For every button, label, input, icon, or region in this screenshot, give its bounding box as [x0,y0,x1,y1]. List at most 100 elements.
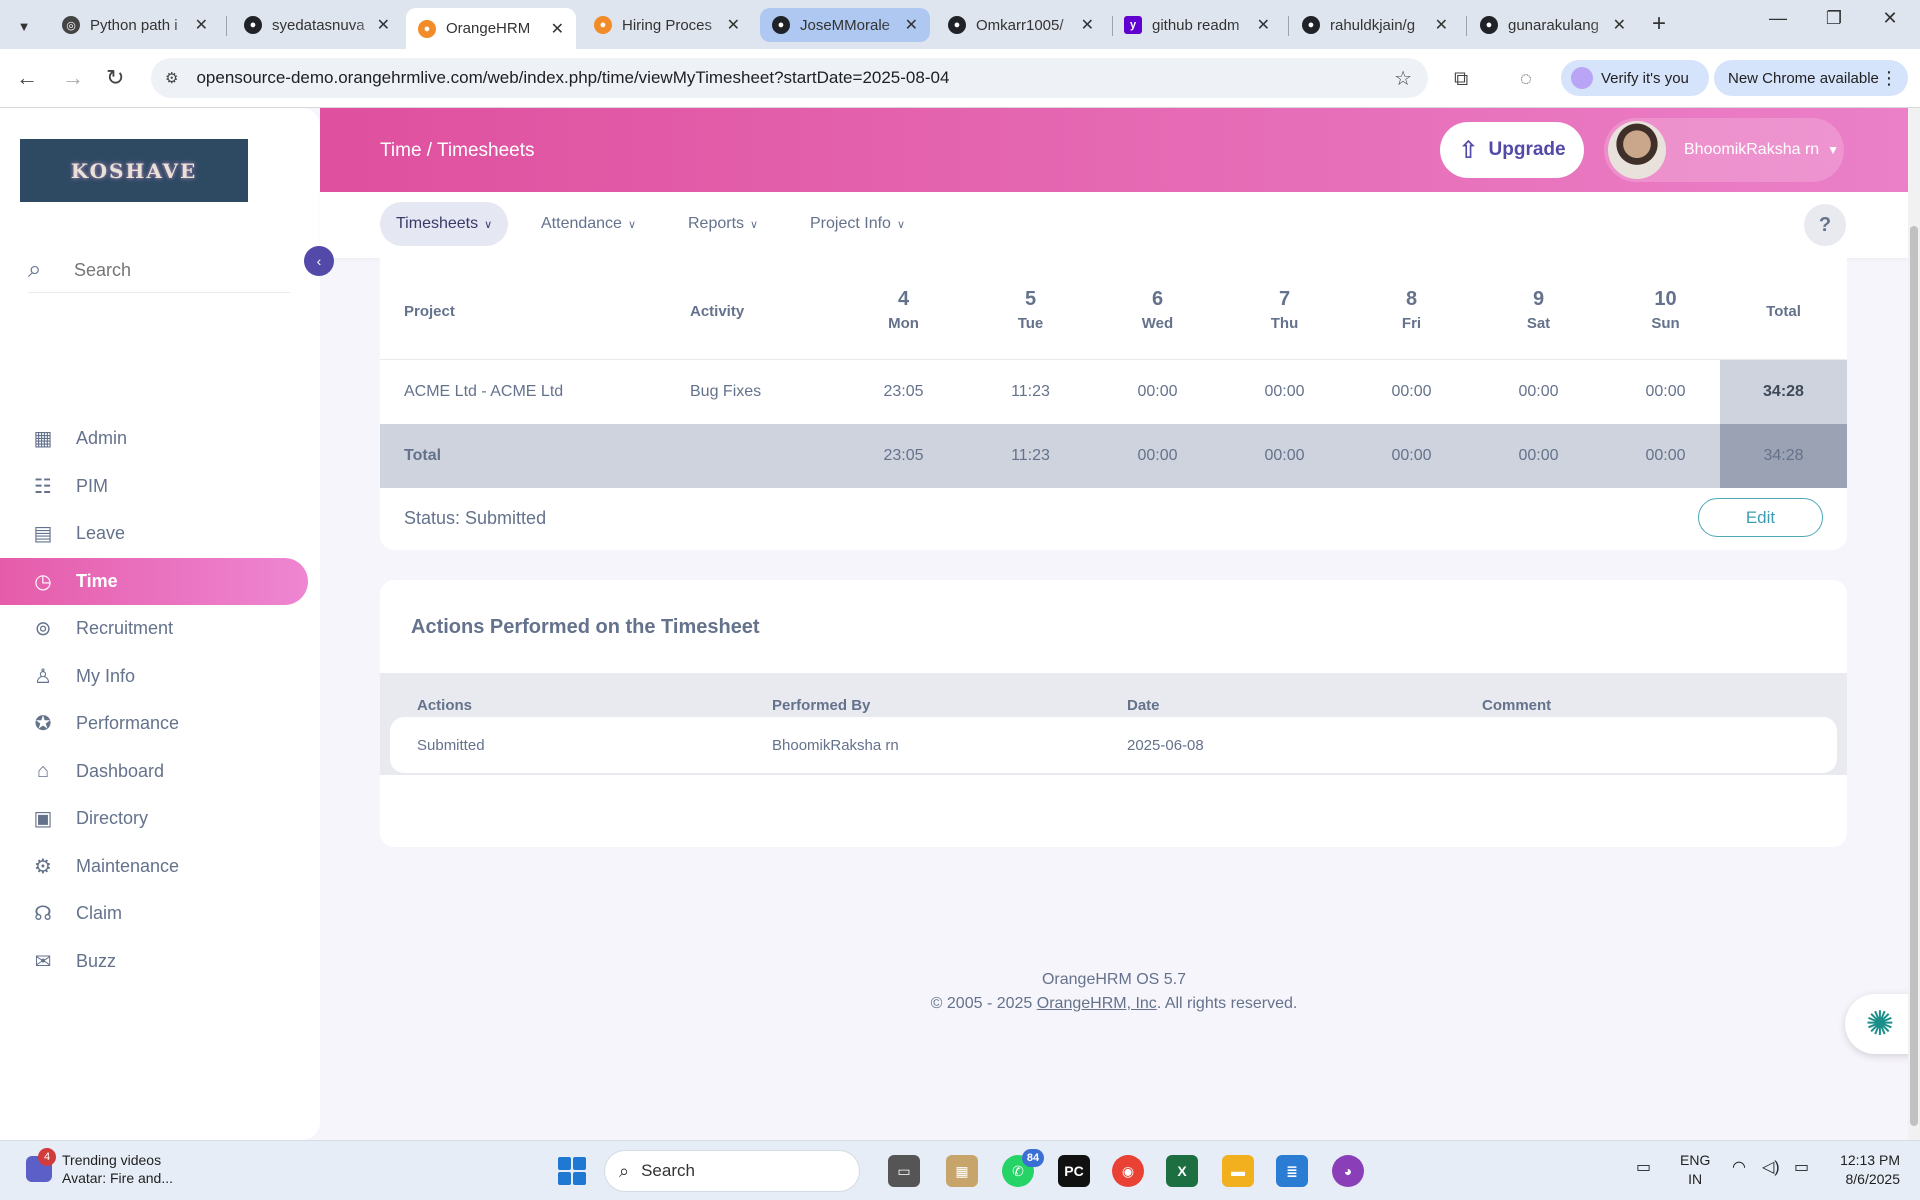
total-hours-cell: 00:00 [1518,447,1559,464]
user-dropdown[interactable]: BhoomikRaksha rn ▼ [1604,118,1844,182]
github-icon: ● [1302,16,1320,34]
file-app-icon[interactable]: ▦ [946,1155,978,1187]
browser-tab[interactable]: ● Hiring Proces ✕ [582,8,752,42]
whatsapp-icon[interactable]: ✆ 84 [1002,1149,1044,1187]
sidebar-item-label: Leave [76,523,126,543]
bookmark-star-icon[interactable]: ☆ [1394,66,1412,91]
tab-close-icon[interactable]: ✕ [727,15,740,35]
tab-search-chevron-icon[interactable]: ▼ [10,12,38,40]
subnav-reports[interactable]: Reports ∨ [672,202,774,246]
sidebar-item-directory[interactable]: ▣ Directory [0,795,308,842]
scrollbar-thumb[interactable] [1910,226,1918,1126]
browser-tab[interactable]: y github readm ✕ [1112,8,1282,42]
sidebar-search-input[interactable] [74,259,264,281]
new-tab-plus-icon[interactable]: + [1652,10,1666,38]
battery-icon[interactable]: ▭ [1794,1157,1809,1177]
address-bar[interactable]: ⚙ opensource-demo.orangehrmlive.com/web/… [151,58,1428,98]
verify-identity-button[interactable]: Verify it's you [1561,60,1709,96]
header-day: 4 Mon [840,288,967,332]
tab-close-icon[interactable]: ✕ [905,15,918,35]
browser-tab[interactable]: ● rahuldkjain/g ✕ [1290,8,1460,42]
browser-tab-active[interactable]: ● OrangeHRM ✕ [406,8,576,49]
total-hours-cell: 00:00 [1645,447,1686,464]
notepad-icon[interactable]: ≣ [1276,1155,1308,1187]
sidebar-item-recruitment[interactable]: ⊚ Recruitment [0,605,308,652]
window-close-icon[interactable]: ✕ [1870,8,1910,29]
reload-icon[interactable]: ↻ [106,65,124,91]
sidebar-item-leave[interactable]: ▤ Leave [0,510,308,557]
day-name: Fri [1401,315,1422,332]
sidebar-item-pim[interactable]: ☷ PIM [0,463,308,510]
browser-tab[interactable]: ● syedatasnuva ✕ [232,8,402,42]
edit-button[interactable]: Edit [1698,498,1823,537]
widget-subtitle: Avatar: Fire and... [62,1170,174,1186]
ai-assistant-icon[interactable]: ✺ [1845,994,1915,1054]
buzz-icon: ✉ [34,951,52,973]
tab-close-icon[interactable]: ✕ [1081,15,1094,35]
wifi-icon[interactable]: ◠ [1732,1157,1746,1177]
tab-close-icon[interactable]: ✕ [1257,15,1270,35]
widgets-button[interactable]: 4 Trending videos Avatar: Fire and... [26,1148,174,1187]
more-menu-icon[interactable]: ⋮ [1880,68,1898,89]
taskbar-search[interactable]: ⌕ Search [604,1150,860,1192]
sidebar-item-my-info[interactable]: ♙ My Info [0,653,308,700]
file-explorer-icon[interactable]: ▬ [1222,1155,1254,1187]
sidebar-item-label: Directory [76,808,149,828]
performance-icon[interactable]: ◌ [1520,68,1532,91]
restore-icon[interactable]: ❐ [1814,8,1854,29]
update-label: New Chrome available [1728,69,1879,87]
brand-banner[interactable]: KOSHAVE [20,139,248,202]
sidebar-item-time[interactable]: ◷ Time [0,558,308,605]
subnav-attendance[interactable]: Attendance ∨ [525,202,652,246]
system-clock[interactable]: 12:13 PM 8/6/2025 [1830,1151,1900,1189]
sidebar-item-performance[interactable]: ✪ Performance [0,700,308,747]
url-text[interactable]: opensource-demo.orangehrmlive.com/web/in… [196,68,949,88]
sidebar-collapse-chevron-icon[interactable]: ‹ [304,246,334,276]
forward-arrow-icon[interactable]: → [62,65,84,91]
page-scrollbar[interactable] [1908,108,1920,1140]
subnav-label: Reports [688,215,745,232]
sidebar-item-claim[interactable]: ☊ Claim [0,890,308,937]
subnav-project-info[interactable]: Project Info ∨ [794,202,921,246]
sidebar-item-buzz[interactable]: ✉ Buzz [0,938,308,985]
search-icon: ⌕ [619,1160,630,1181]
tab-close-icon[interactable]: ✕ [1613,15,1626,35]
sidebar-item-label: Dashboard [76,761,165,781]
sidebar-item-maintenance[interactable]: ⚙ Maintenance [0,843,308,890]
extensions-puzzle-icon[interactable]: ⧉ [1454,68,1468,91]
excel-icon[interactable]: X [1166,1155,1198,1187]
upgrade-button[interactable]: ⇧ Upgrade [1440,122,1584,178]
browser-tab[interactable]: ● gunarakulang ✕ [1468,8,1638,42]
profile-avatar-icon [1571,67,1593,89]
tab-close-icon[interactable]: ✕ [551,19,564,39]
chrome-update-button[interactable]: New Chrome available ⋮ [1714,60,1908,96]
browser-tab[interactable]: ◎ Python path i ✕ [50,8,220,42]
sidebar-item-admin[interactable]: ▦ Admin [0,415,308,462]
subnav-timesheets[interactable]: Timesheets ∨ [380,202,509,246]
task-view-icon[interactable]: ▭ [888,1155,920,1187]
tab-close-icon[interactable]: ✕ [377,15,390,35]
browser-tab[interactable]: ● JoseMMorale ✕ [760,8,930,42]
chrome-icon[interactable]: ◉ [1112,1155,1144,1187]
tab-close-icon[interactable]: ✕ [195,15,208,35]
tray-display-icon[interactable]: ▭ [1636,1157,1651,1177]
github-desktop-icon[interactable]: ◕ [1332,1155,1364,1187]
upgrade-label: Upgrade [1488,139,1566,160]
help-button[interactable]: ? [1804,204,1846,246]
language-indicator[interactable]: ENG IN [1680,1151,1710,1189]
windows-start-icon[interactable] [558,1157,586,1185]
pycharm-icon[interactable]: PC [1058,1155,1090,1187]
company-link[interactable]: OrangeHRM, Inc [1037,995,1157,1012]
activity-cell: Bug Fixes [690,383,762,400]
site-info-icon[interactable]: ⚙ [165,69,178,87]
sidebar-search: ⌕ [28,248,290,293]
back-arrow-icon[interactable]: ← [16,65,38,91]
sidebar-item-dashboard[interactable]: ⌂ Dashboard [0,748,308,795]
day-number: 6 [1151,288,1164,310]
day-number: 10 [1654,288,1677,310]
header-activity: Activity [690,303,745,320]
browser-tab[interactable]: ● Omkarr1005/ ✕ [936,8,1106,42]
minimize-icon[interactable]: — [1758,8,1798,29]
tab-close-icon[interactable]: ✕ [1435,15,1448,35]
volume-icon[interactable]: ◁) [1762,1157,1780,1177]
